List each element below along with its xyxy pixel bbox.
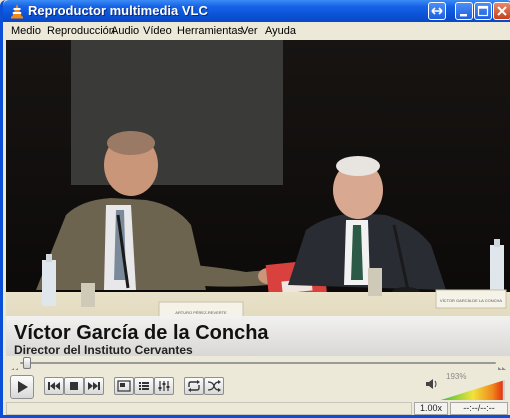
menu-audio[interactable]: Audio bbox=[111, 25, 139, 37]
volume-slider[interactable] bbox=[441, 380, 505, 400]
loop-button[interactable] bbox=[184, 377, 204, 395]
close-button[interactable] bbox=[493, 2, 510, 20]
video-frame: ARTURO PÉREZ-REVERTE VÍCTOR GARCÍA DE LA… bbox=[6, 40, 510, 356]
status-message bbox=[6, 402, 412, 415]
menu-ayuda[interactable]: Ayuda bbox=[265, 25, 296, 37]
maximize-button[interactable] bbox=[474, 2, 492, 20]
seek-bar[interactable] bbox=[20, 362, 496, 364]
next-button[interactable] bbox=[84, 377, 104, 395]
stop-icon bbox=[70, 382, 78, 390]
previous-button[interactable] bbox=[44, 377, 64, 395]
seek-handle[interactable] bbox=[23, 357, 31, 369]
shuffle-button[interactable] bbox=[204, 377, 224, 395]
resize-icon[interactable] bbox=[428, 2, 446, 20]
glass-left bbox=[81, 283, 95, 307]
bottle-right bbox=[490, 245, 504, 295]
menu-video[interactable]: Vídeo bbox=[143, 25, 172, 37]
equalizer-icon bbox=[158, 381, 170, 391]
next-icon bbox=[88, 382, 100, 390]
vlc-cone-icon bbox=[11, 4, 23, 19]
minimize-button[interactable] bbox=[455, 2, 473, 20]
shuffle-icon bbox=[207, 380, 221, 392]
volume-fill bbox=[441, 380, 503, 400]
extended-settings-button[interactable] bbox=[154, 377, 174, 395]
fullscreen-button[interactable] bbox=[114, 377, 134, 395]
menu-ver[interactable]: Ver bbox=[241, 25, 258, 37]
menu-reproduccion[interactable]: Reproducción bbox=[47, 25, 115, 37]
status-bar: 1.00x --:--/--:-- bbox=[6, 402, 510, 415]
menu-bar: Medio Reproducción Audio Vídeo Herramien… bbox=[6, 22, 510, 40]
play-icon bbox=[18, 381, 28, 393]
playlist-button[interactable] bbox=[134, 377, 154, 395]
vlc-window: Reproductor multimedia VLC Medio Reprodu… bbox=[0, 0, 510, 418]
caption-role: Director del Instituto Cervantes bbox=[14, 343, 193, 356]
projection-screen bbox=[71, 40, 283, 185]
caption-name: Víctor García de la Concha bbox=[14, 322, 269, 344]
seek-back-arrow-icon[interactable] bbox=[10, 361, 18, 374]
controls-bar: 193% bbox=[6, 370, 510, 402]
menu-medio[interactable]: Medio bbox=[11, 25, 41, 37]
nameplate-left-text: ARTURO PÉREZ-REVERTE bbox=[175, 310, 227, 315]
previous-icon bbox=[48, 382, 60, 390]
playback-speed[interactable]: 1.00x bbox=[414, 402, 448, 415]
fullscreen-icon bbox=[117, 380, 131, 392]
time-display[interactable]: --:--/--:-- bbox=[450, 402, 508, 415]
title-bar[interactable]: Reproductor multimedia VLC bbox=[3, 0, 510, 22]
window-title: Reproductor multimedia VLC bbox=[28, 3, 208, 18]
play-button[interactable] bbox=[10, 375, 34, 399]
bottle-left bbox=[42, 260, 56, 306]
speaker-icon[interactable] bbox=[425, 377, 439, 396]
stop-button[interactable] bbox=[64, 377, 84, 395]
playlist-icon bbox=[139, 382, 149, 390]
nameplate-right-text: VÍCTOR GARCÍA DE LA CONCHA bbox=[440, 298, 502, 303]
video-area[interactable]: ARTURO PÉREZ-REVERTE VÍCTOR GARCÍA DE LA… bbox=[6, 40, 510, 356]
seek-row bbox=[6, 356, 510, 374]
loop-icon bbox=[188, 380, 200, 392]
glass-right bbox=[368, 268, 382, 296]
menu-herramientas[interactable]: Herramientas bbox=[177, 25, 243, 37]
